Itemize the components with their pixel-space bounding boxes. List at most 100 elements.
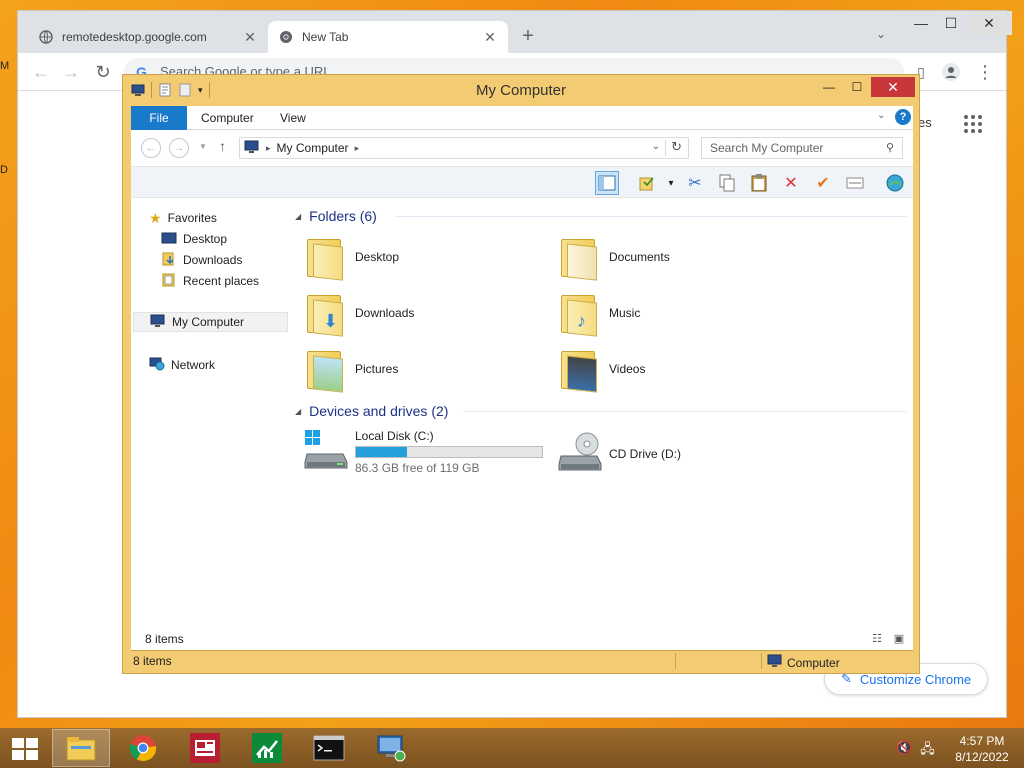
search-icon[interactable]: ⚲ (886, 138, 894, 158)
nav-my-computer[interactable]: My Computer (133, 312, 288, 332)
folder-pictures[interactable]: Pictures (303, 344, 543, 394)
folder-downloads[interactable]: ⬇ Downloads (303, 288, 543, 338)
tab-search-chevron-icon[interactable]: ⌄ (876, 27, 886, 41)
expand-ribbon-chevron-icon[interactable]: ⌄ (877, 110, 885, 121)
details-view-icon[interactable]: ☷ (869, 632, 885, 646)
nav-desktop[interactable]: Desktop (161, 229, 227, 249)
cut-scissors-icon[interactable]: ✂ (683, 171, 707, 195)
chrome-logo-icon (278, 29, 294, 45)
apps-grid-icon[interactable] (964, 115, 982, 133)
rename-check-icon[interactable]: ✔ (811, 171, 835, 195)
close-tab-icon[interactable]: ✕ (482, 29, 498, 46)
taskbar-finance-app[interactable] (238, 729, 296, 767)
organize-icon[interactable] (635, 171, 659, 195)
refresh-icon[interactable]: ↻ (671, 139, 682, 155)
large-icons-view-icon[interactable]: ▣ (891, 632, 907, 646)
breadcrumb-chevron-icon[interactable]: ▸ (355, 143, 360, 154)
profile-avatar-icon[interactable] (940, 61, 962, 83)
volume-muted-icon[interactable]: 🔇 (896, 740, 912, 762)
tab-remotedesktop[interactable]: remotedesktop.google.com ✕ (28, 21, 268, 53)
drive-usage-fill (356, 447, 408, 457)
taskbar-news-app[interactable] (176, 729, 234, 767)
videos-folder-icon (557, 345, 603, 393)
computer-icon (244, 140, 260, 157)
kebab-menu-icon[interactable]: ⋮ (974, 61, 996, 83)
tab-title: remotedesktop.google.com (62, 30, 207, 44)
breadcrumb-chevron-icon[interactable]: ▸ (266, 143, 271, 154)
folder-videos[interactable]: Videos (557, 344, 797, 394)
tab-new-tab[interactable]: New Tab ✕ (268, 21, 508, 53)
ntp-shortcut-label[interactable]: es (918, 115, 932, 130)
maximize-icon[interactable]: ☐ (843, 77, 871, 97)
command-toolbar: ▾ ✂ ✕ ✔ (131, 166, 913, 198)
terminal-icon (313, 735, 345, 761)
search-placeholder: Search My Computer (710, 141, 824, 155)
minimize-icon[interactable]: — (815, 77, 843, 97)
close-tab-icon[interactable]: ✕ (242, 29, 258, 46)
maximize-icon[interactable]: ☐ (936, 11, 966, 35)
nav-recent-places[interactable]: Recent places (161, 271, 259, 291)
windows-start-icon[interactable] (12, 738, 38, 760)
taskbar-file-explorer[interactable] (52, 729, 110, 767)
clock-date: 8/12/2022 (955, 750, 1009, 764)
folders-group-header[interactable]: ◢ Folders (6) (295, 206, 907, 226)
copy-icon[interactable] (715, 171, 739, 195)
devices-group-header[interactable]: ◢ Devices and drives (2) (295, 401, 907, 421)
delete-x-icon[interactable]: ✕ (779, 171, 803, 195)
minimize-icon[interactable]: — (906, 11, 936, 35)
folder-documents[interactable]: Documents (557, 232, 797, 282)
tab-title: New Tab (302, 30, 349, 44)
tab-computer[interactable]: Computer (187, 106, 268, 130)
organize-dropdown-icon[interactable]: ▾ (659, 171, 683, 195)
properties-window-icon[interactable] (843, 171, 867, 195)
drive-local-disk-c[interactable]: Local Disk (C:) 86.3 GB free of 119 GB (303, 424, 553, 480)
explorer-titlebar[interactable]: ▾ My Computer — ☐ ✕ (123, 75, 919, 105)
preview-pane-icon[interactable] (595, 171, 619, 195)
up-arrow-icon[interactable]: ↑ (219, 138, 226, 154)
documents-folder-icon (557, 233, 603, 281)
drive-cd-d[interactable]: CD Drive (D:) (557, 426, 797, 482)
folder-desktop[interactable]: Desktop (303, 232, 543, 282)
close-window-icon[interactable]: ✕ (871, 77, 915, 97)
taskbar-clock[interactable]: 4:57 PM 8/12/2022 (950, 733, 1014, 765)
folder-music[interactable]: ♪ Music (557, 288, 797, 338)
nav-network[interactable]: Network (149, 355, 215, 375)
address-dropdown-icon[interactable]: ⌄ (652, 141, 660, 152)
taskbar-remote-desktop[interactable] (362, 729, 420, 767)
remote-desktop-icon (377, 735, 406, 762)
taskbar-command-prompt[interactable] (300, 729, 358, 767)
breadcrumb[interactable]: My Computer (277, 141, 349, 155)
nav-label: Network (171, 358, 216, 372)
folder-label: Documents (609, 250, 670, 264)
navigation-pane: ★ Favorites Desktop Downloads Recent pla… (131, 198, 289, 628)
search-input[interactable]: Search My Computer ⚲ (701, 137, 903, 159)
forward-arrow-icon[interactable]: → (60, 61, 82, 83)
new-tab-button[interactable]: + (516, 25, 540, 48)
reload-icon[interactable]: ↻ (92, 61, 114, 83)
close-window-icon[interactable]: ✕ (966, 11, 1012, 35)
taskbar-chrome[interactable] (114, 729, 172, 767)
nav-label: Recent places (183, 274, 260, 288)
status-separator (675, 653, 676, 669)
desktop-edge-text-1: M (0, 60, 10, 72)
tab-view[interactable]: View (266, 106, 320, 130)
group-divider (463, 411, 907, 412)
nav-favorites[interactable]: ★ Favorites (149, 208, 217, 228)
desktop-icon (161, 231, 177, 248)
star-icon: ★ (149, 209, 162, 226)
nav-downloads[interactable]: Downloads (161, 250, 242, 270)
forward-arrow-icon[interactable]: → (169, 138, 189, 158)
address-bar[interactable]: ▸ My Computer ▸ ⌄ ↻ (239, 137, 689, 159)
back-arrow-icon[interactable]: ← (141, 138, 161, 158)
tab-file[interactable]: File (131, 106, 187, 130)
window-title: My Computer (475, 82, 567, 99)
network-globe-icon[interactable] (883, 171, 907, 195)
help-icon[interactable]: ? (895, 109, 911, 125)
recent-locations-chevron-icon[interactable]: ▼ (199, 142, 207, 151)
network-status-icon[interactable]: 🖧 (920, 740, 935, 762)
status-bar: 8 items Computer (131, 650, 913, 670)
desktop-edge-text-2: D (0, 164, 8, 176)
clock-time: 4:57 PM (959, 734, 1005, 748)
back-arrow-icon[interactable]: ← (30, 61, 52, 83)
paste-clipboard-icon[interactable] (747, 171, 771, 195)
